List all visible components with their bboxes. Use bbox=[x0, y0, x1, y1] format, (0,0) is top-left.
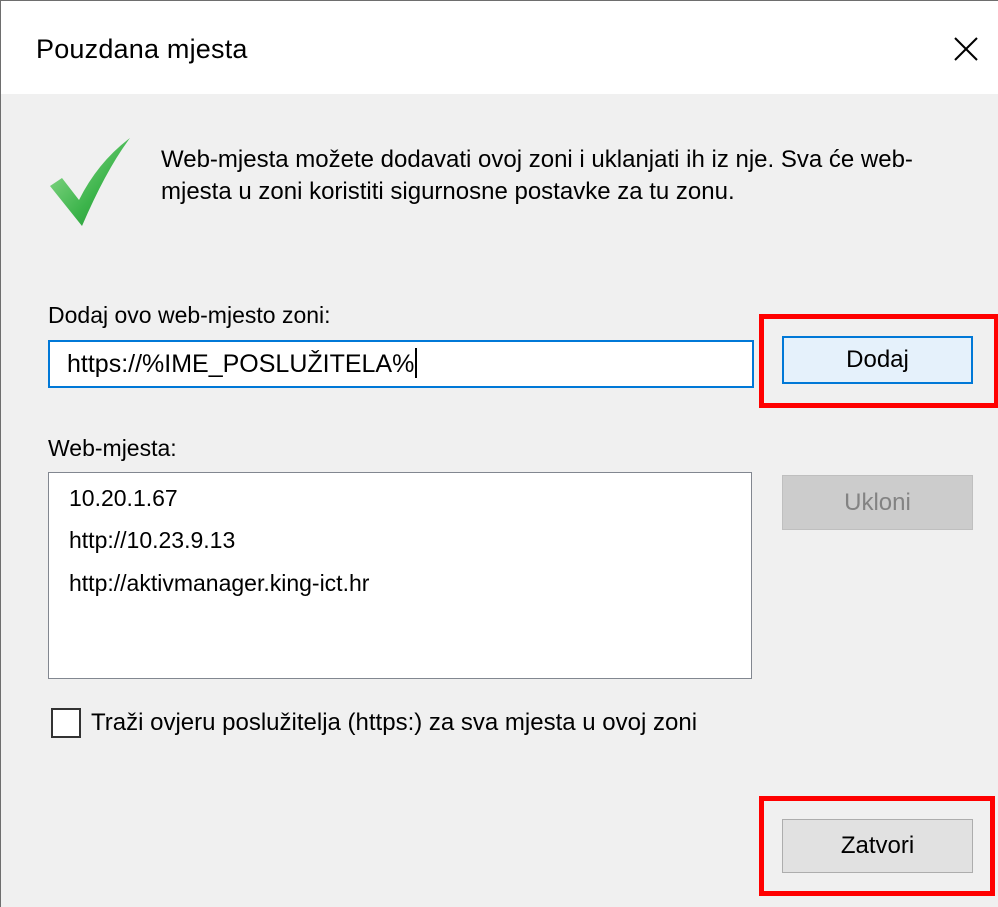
highlight-box-close bbox=[759, 796, 995, 896]
verify-server-label[interactable]: Traži ovjeru poslužitelja (https:) za sv… bbox=[91, 709, 697, 737]
title-bar: Pouzdana mjesta bbox=[1, 1, 998, 94]
text-caret bbox=[415, 348, 418, 379]
list-item[interactable]: http://10.23.9.13 bbox=[69, 527, 235, 554]
trusted-sites-dialog: Pouzdana mjesta Web-mjesta možete dodava… bbox=[0, 0, 998, 907]
url-input[interactable]: https://%IME_POSLUŽITELA% bbox=[48, 340, 754, 388]
url-input-value: https://%IME_POSLUŽITELA% bbox=[67, 350, 415, 378]
checkmark-icon bbox=[46, 134, 136, 234]
verify-server-checkbox[interactable] bbox=[51, 708, 81, 738]
close-icon[interactable] bbox=[941, 25, 991, 75]
sites-list-label: Web-mjesta: bbox=[48, 435, 177, 461]
add-site-label: Dodaj ovo web-mjesto zoni: bbox=[48, 302, 331, 328]
list-item[interactable]: 10.20.1.67 bbox=[69, 485, 178, 512]
info-text: Web-mjesta možete dodavati ovoj zoni i u… bbox=[161, 146, 913, 205]
remove-button[interactable]: Ukloni bbox=[782, 475, 973, 530]
list-item[interactable]: http://aktivmanager.king-ict.hr bbox=[69, 570, 369, 597]
sites-list[interactable]: 10.20.1.67 http://10.23.9.13 http://akti… bbox=[48, 472, 752, 679]
dialog-title: Pouzdana mjesta bbox=[36, 34, 248, 64]
highlight-box-add bbox=[759, 314, 998, 408]
